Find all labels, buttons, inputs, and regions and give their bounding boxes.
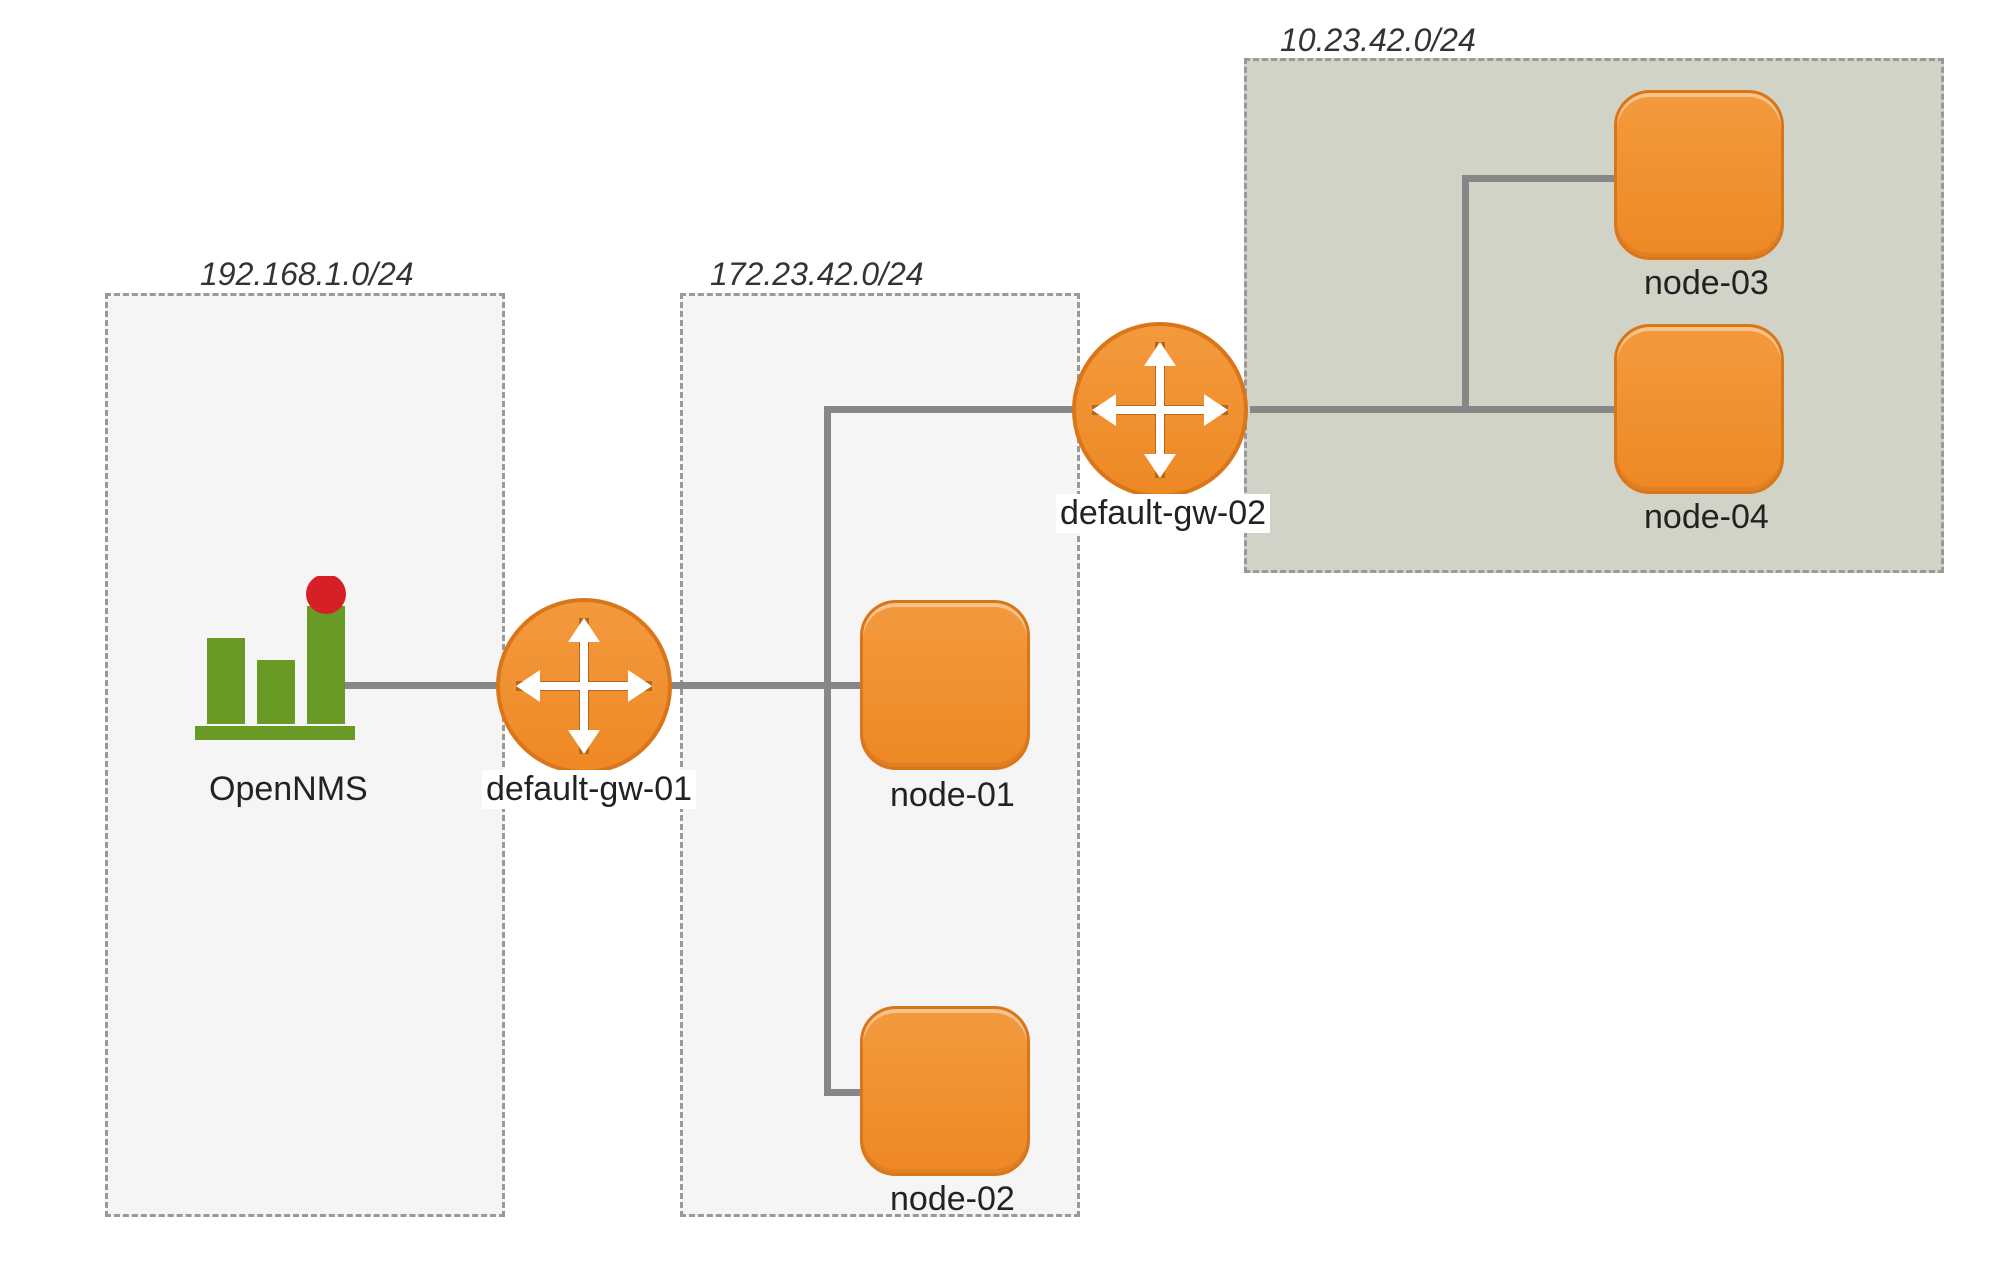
subnet-box-3: [1244, 58, 1944, 573]
node-02-label: node-02: [886, 1180, 1019, 1219]
router-icon-gw1: [494, 596, 674, 776]
node-box-03: [1614, 90, 1784, 260]
opennms-label: OpenNMS: [205, 770, 372, 809]
subnet-label-1: 192.168.1.0/24: [200, 256, 414, 293]
node-box-01: [860, 600, 1030, 770]
subnet-label-3: 10.23.42.0/24: [1280, 22, 1476, 59]
node-03-label: node-03: [1640, 264, 1773, 303]
subnet-box-1: [105, 293, 505, 1217]
node-04-label: node-04: [1640, 498, 1773, 537]
link-gw2-right: [1250, 406, 1650, 413]
node-box-02: [860, 1006, 1030, 1176]
router-icon-gw2: [1070, 320, 1250, 500]
link-bus-vert: [824, 406, 831, 1096]
gw2-label: default-gw-02: [1056, 494, 1270, 533]
diagram-canvas: 192.168.1.0/24 172.23.42.0/24 10.23.42.0…: [0, 0, 1998, 1269]
gw1-label: default-gw-01: [482, 770, 696, 809]
opennms-icon: [185, 576, 365, 746]
node-box-04: [1614, 324, 1784, 494]
link-right-vert: [1462, 175, 1469, 413]
subnet-label-2: 172.23.42.0/24: [710, 256, 924, 293]
link-gw1-bus-h: [670, 682, 830, 689]
node-01-label: node-01: [886, 776, 1019, 815]
